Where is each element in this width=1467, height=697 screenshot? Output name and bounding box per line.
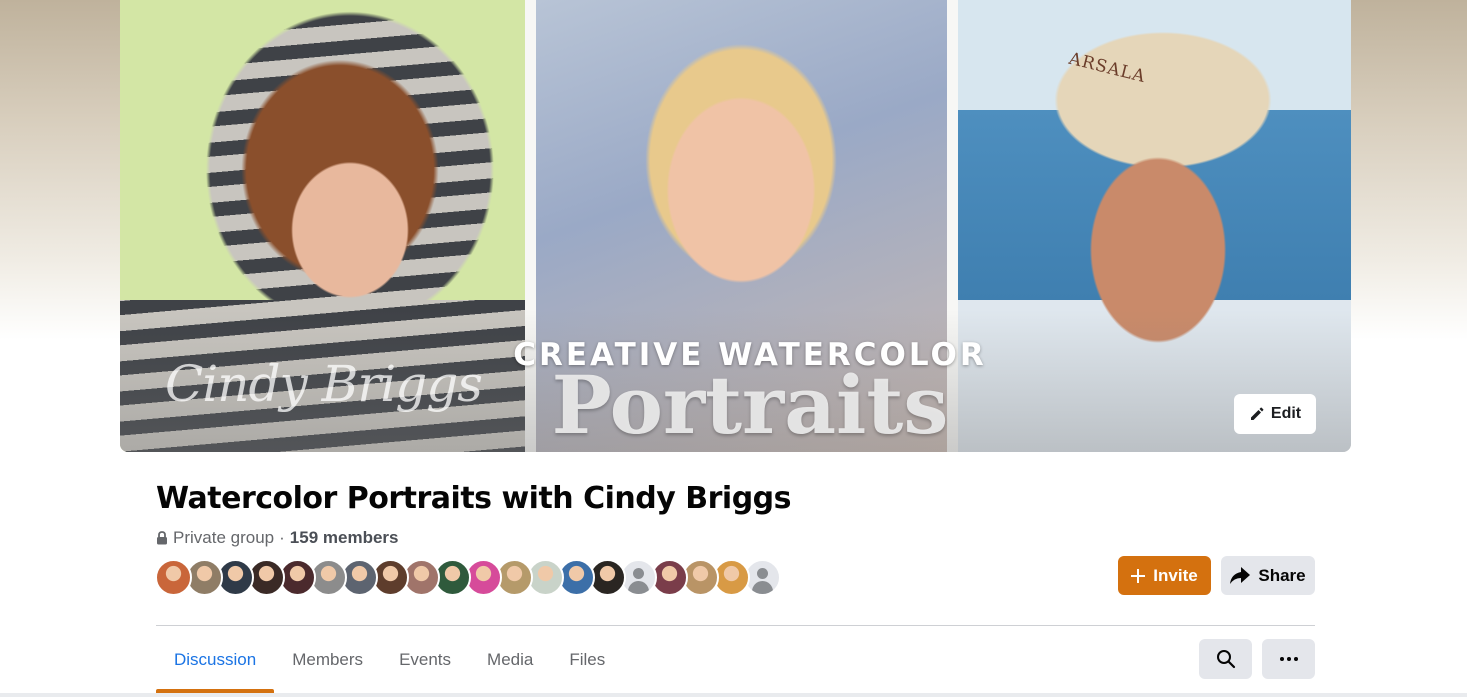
- edit-cover-button[interactable]: Edit: [1234, 394, 1316, 434]
- pencil-icon: [1250, 407, 1264, 420]
- group-page: ARSALA Cindy Briggs CREATIVE WATERCOLOR …: [0, 0, 1467, 697]
- tab-discussion[interactable]: Discussion: [156, 627, 275, 693]
- search-icon: [1216, 650, 1235, 669]
- tab-members[interactable]: Members: [274, 627, 381, 693]
- group-meta: Private group · 159 members: [156, 528, 398, 548]
- member-avatars[interactable]: [155, 559, 781, 597]
- lock-icon: [157, 531, 167, 545]
- tab-media[interactable]: Media: [469, 627, 551, 693]
- plus-icon: [1131, 568, 1146, 583]
- invite-button[interactable]: Invite: [1118, 556, 1211, 595]
- members-count[interactable]: 159 members: [290, 528, 399, 548]
- artist-signature: Cindy Briggs: [165, 355, 483, 413]
- share-button[interactable]: Share: [1221, 556, 1315, 595]
- cover-title-main: Portraits: [551, 358, 949, 452]
- more-dots-icon: [1279, 657, 1298, 661]
- cover-photo: ARSALA Cindy Briggs CREATIVE WATERCOLOR …: [120, 0, 1351, 452]
- meta-separator: ·: [279, 528, 285, 547]
- search-button[interactable]: [1199, 639, 1252, 679]
- tabs-divider: [156, 625, 1315, 626]
- member-avatar[interactable]: [155, 559, 192, 596]
- edit-cover-label: Edit: [1270, 405, 1302, 422]
- share-label: Share: [1258, 565, 1306, 585]
- invite-label: Invite: [1153, 565, 1198, 585]
- content-divider: [0, 693, 1467, 697]
- privacy-label: Private group: [173, 528, 275, 547]
- hat-band-text: ARSALA: [1066, 48, 1148, 88]
- share-arrow-icon: [1230, 566, 1251, 584]
- tab-events[interactable]: Events: [381, 627, 469, 693]
- group-name: Watercolor Portraits with Cindy Briggs: [156, 481, 792, 516]
- group-tabs: Discussion Members Events Media Files: [156, 627, 623, 693]
- tab-files[interactable]: Files: [551, 627, 623, 693]
- more-options-button[interactable]: [1262, 639, 1315, 679]
